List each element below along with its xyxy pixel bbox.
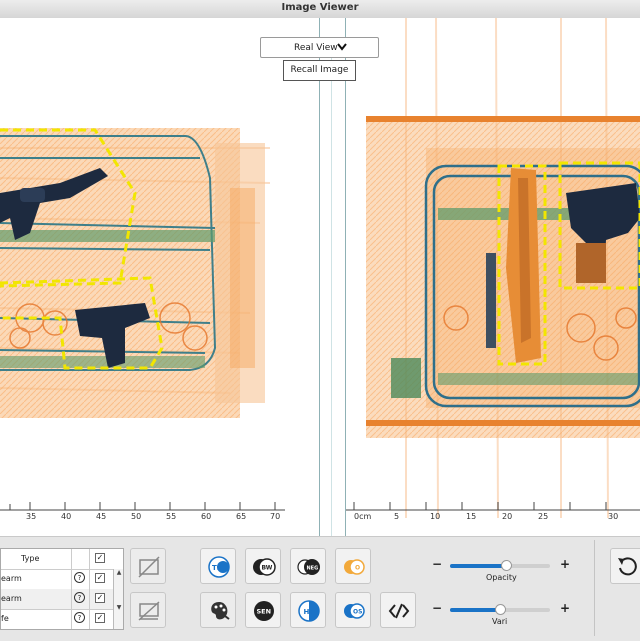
row-checkbox[interactable]: ✓ [95,573,105,583]
bw-button[interactable]: BW [245,548,281,584]
color-palette-button[interactable] [200,592,236,628]
os-button[interactable]: OS [335,592,371,628]
ruler-right-label: 10 [430,512,440,521]
overlay-off-icon [138,556,160,578]
opacity-minus-button[interactable]: − [432,557,442,571]
bw-icon: BW [253,558,276,576]
o-button[interactable]: O [335,548,371,584]
window-title: Image Viewer [281,2,359,13]
help-icon[interactable]: ? [74,612,85,623]
sen-button[interactable]: SEN [245,592,281,628]
row-type-label: earm [1,574,22,583]
select-all-checkbox[interactable]: ✓ [95,553,105,563]
table-row[interactable]: earm ? ✓ [1,589,123,610]
recall-image-button[interactable]: Recall Image [283,60,356,81]
ruler-left-label: 55 [166,512,176,521]
row-type-label: earm [1,594,22,603]
threat-type-table: Type ✓ earm ? ✓ earm ? ✓ fe ? ✓ ▲ ▼ [0,548,124,630]
neg-button[interactable]: NEG [290,548,326,584]
opacity-label: Opacity [486,573,517,582]
ruler-left-label: 40 [61,512,71,521]
opacity-plus-button[interactable]: + [560,557,570,571]
view-selector-value: Real View [294,43,338,53]
vari-slider-fill [450,608,500,612]
ruler-left-label: 65 [236,512,246,521]
vari-plus-button[interactable]: + [560,601,570,615]
vari-slider[interactable] [450,604,550,615]
hi-label: HI [304,608,312,616]
ruler-right-label: 20 [502,512,512,521]
hi-button[interactable]: HI [290,592,326,628]
help-icon[interactable]: ? [74,572,85,583]
row-checkbox[interactable]: ✓ [95,613,105,623]
ruler-right-label: 25 [538,512,548,521]
bw-label: BW [262,565,273,572]
xray-right-image: 0cm 5 10 15 20 25 30 [346,18,640,521]
screen-off-button[interactable] [130,592,166,628]
table-row[interactable]: fe ? ✓ [1,609,123,629]
os-label: OS [353,609,362,616]
ruler-left-label: 45 [96,512,106,521]
os-icon: OS [344,603,365,619]
ruler-right-label: 0cm [354,512,371,521]
table-header: Type ✓ [1,549,123,570]
vari-minus-button[interactable]: − [432,601,442,615]
ruler-right-label: 30 [608,512,618,521]
edge-enhance-button[interactable] [380,592,416,628]
chevron-down-icon [337,43,347,51]
row-checkbox[interactable]: ✓ [95,593,105,603]
image-viewer: 35 40 45 50 55 60 65 70 0cm 5 10 15 20 2… [0,18,640,536]
vari-label: Vari [492,617,508,626]
o-label: O [355,565,360,572]
ruler-left-label: 35 [26,512,36,521]
ruler-left-label: 50 [131,512,141,521]
title-bar: Image Viewer [0,0,640,19]
opacity-slider-handle[interactable] [501,560,512,571]
ruler-right-label: 5 [394,512,399,521]
view-divider[interactable] [319,18,346,536]
edge-enhance-icon [388,603,410,619]
toolbar-separator [594,540,595,636]
opacity-slider-fill [450,564,506,568]
hide-overlay-button[interactable] [130,548,166,584]
palette-icon [211,602,230,620]
organic-icon: O [344,559,365,575]
ruler-right-label: 15 [466,512,476,521]
ruler-left-label: 70 [270,512,280,521]
ruler-left-label: 60 [201,512,211,521]
neg-icon: NEG [297,559,320,575]
vari-slider-handle[interactable] [495,604,506,615]
undo-button[interactable] [610,548,640,584]
table-scrollbar[interactable]: ▲ ▼ [113,569,123,629]
opacity-slider[interactable] [450,560,550,571]
sen-icon: SEN [254,601,274,621]
sen-label: SEN [257,608,272,616]
table-row[interactable]: earm ? ✓ [1,569,123,590]
row-type-label: fe [1,614,9,623]
hi-icon: HI [298,600,320,622]
neg-label: NEG [307,566,319,572]
screen-off-icon [138,601,160,621]
ts-icon: TS [208,556,230,578]
xray-left-image: 35 40 45 50 55 60 65 70 [0,128,285,521]
help-icon[interactable]: ? [74,592,85,603]
view-selector[interactable]: Real View [260,37,379,58]
type-column-header: Type [21,554,40,563]
ts-label: TS [212,564,222,572]
ts-button[interactable]: TS [200,548,236,584]
undo-icon [618,557,637,576]
